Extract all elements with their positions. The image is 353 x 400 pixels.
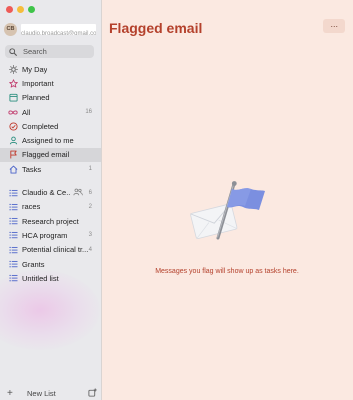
more-options-button[interactable]: ··· (323, 19, 345, 33)
sidebar-item-label: Tasks (22, 164, 42, 174)
sidebar-item-label: Potential clinical tr... (22, 245, 88, 255)
account-email: claudio.broadcast@gmail.com (21, 23, 96, 35)
sidebar-item-label: Planned (22, 93, 50, 103)
list-icon (8, 202, 18, 212)
search-icon (9, 47, 17, 56)
list-icon (8, 259, 18, 269)
infinity-icon (8, 107, 18, 117)
item-count: 16 (85, 109, 92, 116)
section-divider (0, 176, 101, 185)
list-icon (8, 216, 18, 226)
new-list-label: New List (27, 389, 56, 398)
search-field[interactable]: Search (5, 45, 94, 58)
sidebar-item-label: My Day (22, 64, 48, 74)
flag-icon (8, 150, 18, 160)
account-switcher[interactable]: CB claudio.broadcast@gmail.com (4, 22, 100, 36)
page-title: Flagged email (109, 20, 203, 36)
item-count: 1 (88, 166, 92, 173)
new-group-icon[interactable] (88, 388, 97, 399)
sidebar-item-label: HCA program (22, 230, 68, 240)
item-count: 3 (88, 232, 92, 239)
sidebar-item-my-day[interactable]: My Day (0, 62, 101, 76)
calendar-icon (8, 93, 18, 103)
shared-people-icon (73, 188, 83, 198)
sidebar-item-label: Untitled list (22, 273, 59, 283)
empty-state-message: Messages you flag will show up as tasks … (155, 268, 299, 275)
sidebar-item-label: Research project (22, 216, 79, 226)
sidebar-list-claudio[interactable]: Claudio & Ce... 6 (0, 185, 101, 199)
list-icon (8, 245, 18, 255)
home-icon (8, 164, 18, 174)
main-pane: Flagged email ··· Messages you flag will… (101, 0, 353, 400)
sidebar-list-untitled[interactable]: Untitled list (0, 271, 101, 285)
item-count: 6 (88, 189, 92, 196)
sidebar-list-research-project[interactable]: Research project (0, 214, 101, 228)
sidebar-item-tasks[interactable]: Tasks 1 (0, 162, 101, 176)
sidebar-item-label: Flagged email (22, 150, 70, 160)
item-count: 4 (88, 246, 92, 253)
star-icon (8, 78, 18, 88)
sidebar-item-label: All (22, 107, 31, 117)
sidebar-item-label: Assigned to me (22, 136, 74, 146)
sidebar-item-label: Completed (22, 121, 59, 131)
list-icon (8, 230, 18, 240)
close-window-button[interactable] (6, 6, 13, 13)
sidebar-item-all[interactable]: All 16 (0, 105, 101, 119)
zoom-window-button[interactable] (28, 6, 35, 13)
avatar: CB (4, 22, 17, 36)
new-list-button[interactable]: + New List (7, 388, 97, 399)
sun-icon (8, 64, 18, 74)
sidebar-item-label: races (22, 202, 41, 212)
sidebar-list-races[interactable]: races 2 (0, 200, 101, 214)
sidebar-item-label: Grants (22, 259, 45, 269)
sidebar-item-assigned-to-me[interactable]: Assigned to me (0, 133, 101, 147)
sidebar: CB claudio.broadcast@gmail.com Search My… (0, 0, 102, 400)
sidebar-item-label: Claudio & Ce... (22, 188, 70, 198)
check-circle-icon (8, 121, 18, 131)
list-icon (8, 273, 18, 283)
list-navigation: My Day Important Planned All 16 Complete… (0, 62, 101, 285)
sidebar-item-completed[interactable]: Completed (0, 119, 101, 133)
sidebar-list-hca-program[interactable]: HCA program 3 (0, 228, 101, 242)
window-controls (6, 6, 35, 13)
minimize-window-button[interactable] (17, 6, 24, 13)
sidebar-item-planned[interactable]: Planned (0, 91, 101, 105)
search-label: Search (23, 47, 47, 56)
sidebar-item-label: Important (22, 78, 54, 88)
sidebar-item-flagged-email[interactable]: Flagged email (0, 147, 101, 163)
person-icon (8, 136, 18, 146)
item-count: 2 (88, 203, 92, 210)
sidebar-list-grants[interactable]: Grants (0, 257, 101, 271)
plus-icon: + (7, 388, 13, 399)
sidebar-item-important[interactable]: Important (0, 76, 101, 90)
list-icon (8, 188, 18, 198)
flagged-email-illustration-icon (190, 181, 265, 240)
sidebar-list-potential-clinical[interactable]: Potential clinical tr... 4 (0, 243, 101, 257)
